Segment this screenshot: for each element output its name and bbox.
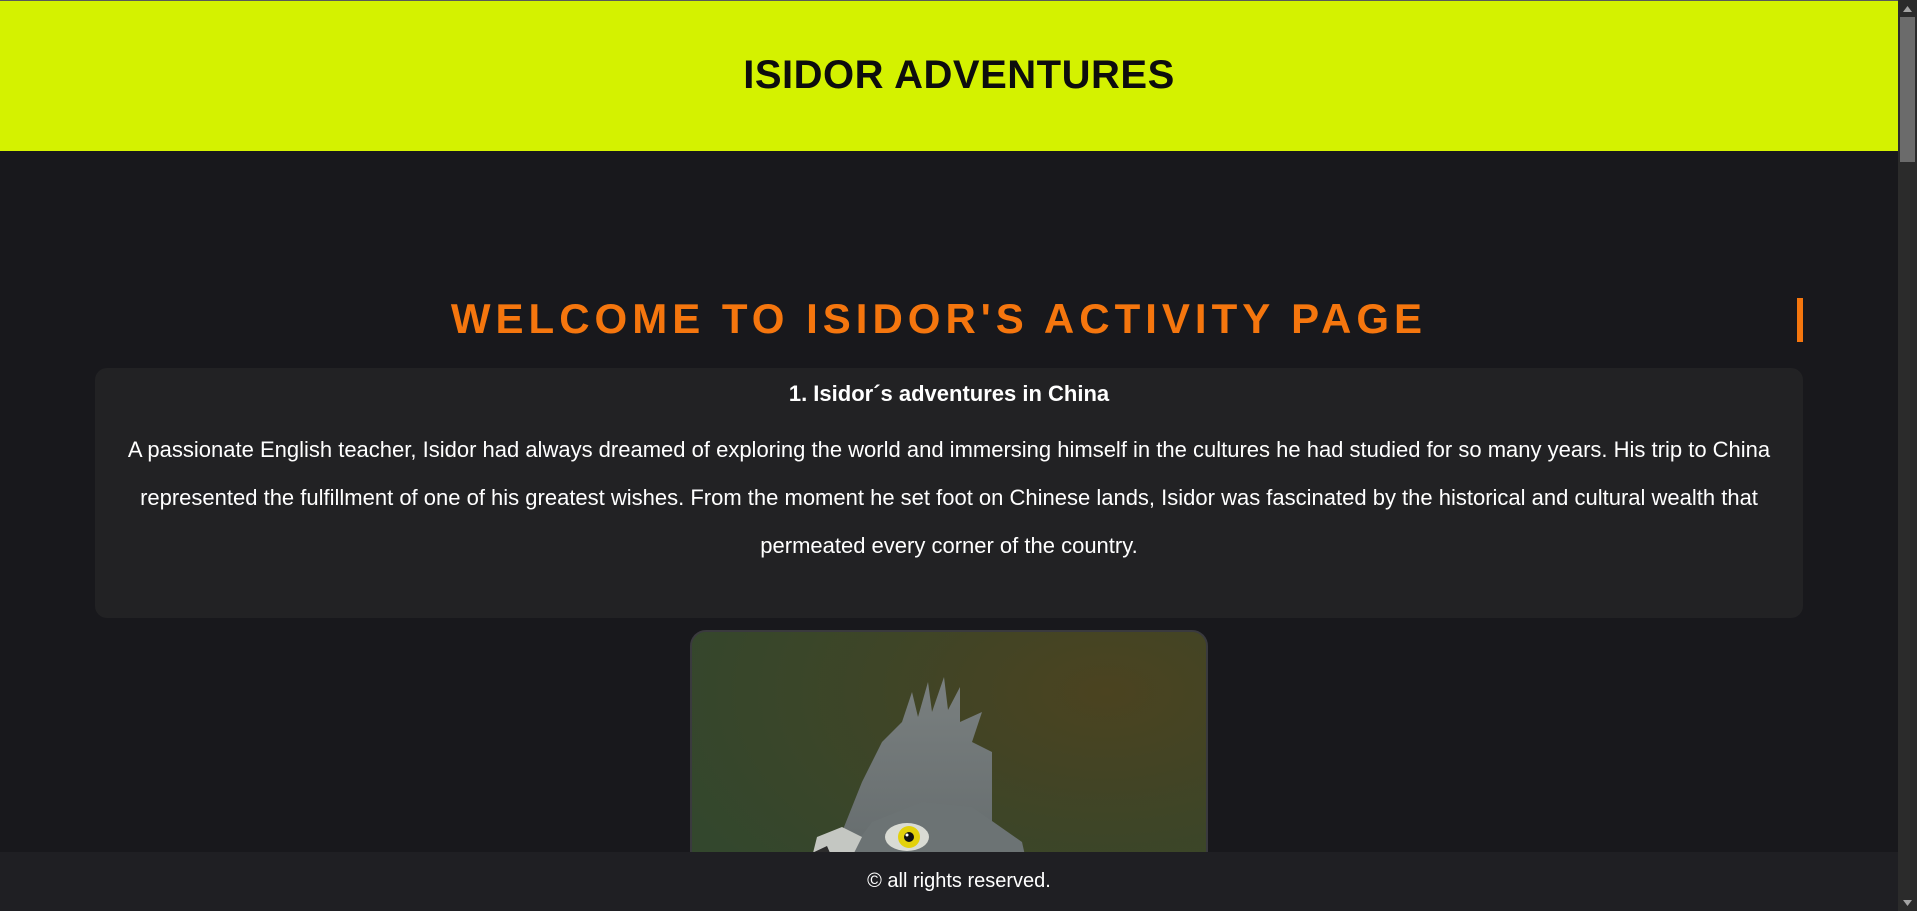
scroll-up-arrow-icon[interactable] bbox=[1898, 0, 1917, 17]
activity-card: 1. Isidor´s adventures in China A passio… bbox=[95, 368, 1803, 618]
activity-title: 1. Isidor´s adventures in China bbox=[788, 381, 1110, 406]
activity-description: A passionate English teacher, Isidor had… bbox=[127, 437, 1771, 558]
scrollbar-thumb[interactable] bbox=[1900, 17, 1915, 162]
vertical-scrollbar[interactable] bbox=[1898, 0, 1917, 911]
typing-cursor bbox=[1797, 298, 1803, 342]
welcome-heading: WELCOME TO ISIDOR'S ACTIVITY PAGE bbox=[450, 295, 1428, 342]
site-header: ISIDOR ADVENTURES bbox=[0, 0, 1898, 151]
copyright-text: © all rights reserved. bbox=[867, 870, 1051, 892]
site-title: ISIDOR ADVENTURES bbox=[743, 52, 1175, 97]
scroll-down-arrow-icon[interactable] bbox=[1898, 894, 1917, 911]
page-viewport: ISIDOR ADVENTURES WELCOME TO ISIDOR'S AC… bbox=[0, 0, 1898, 911]
site-footer: © all rights reserved. bbox=[0, 852, 1898, 911]
